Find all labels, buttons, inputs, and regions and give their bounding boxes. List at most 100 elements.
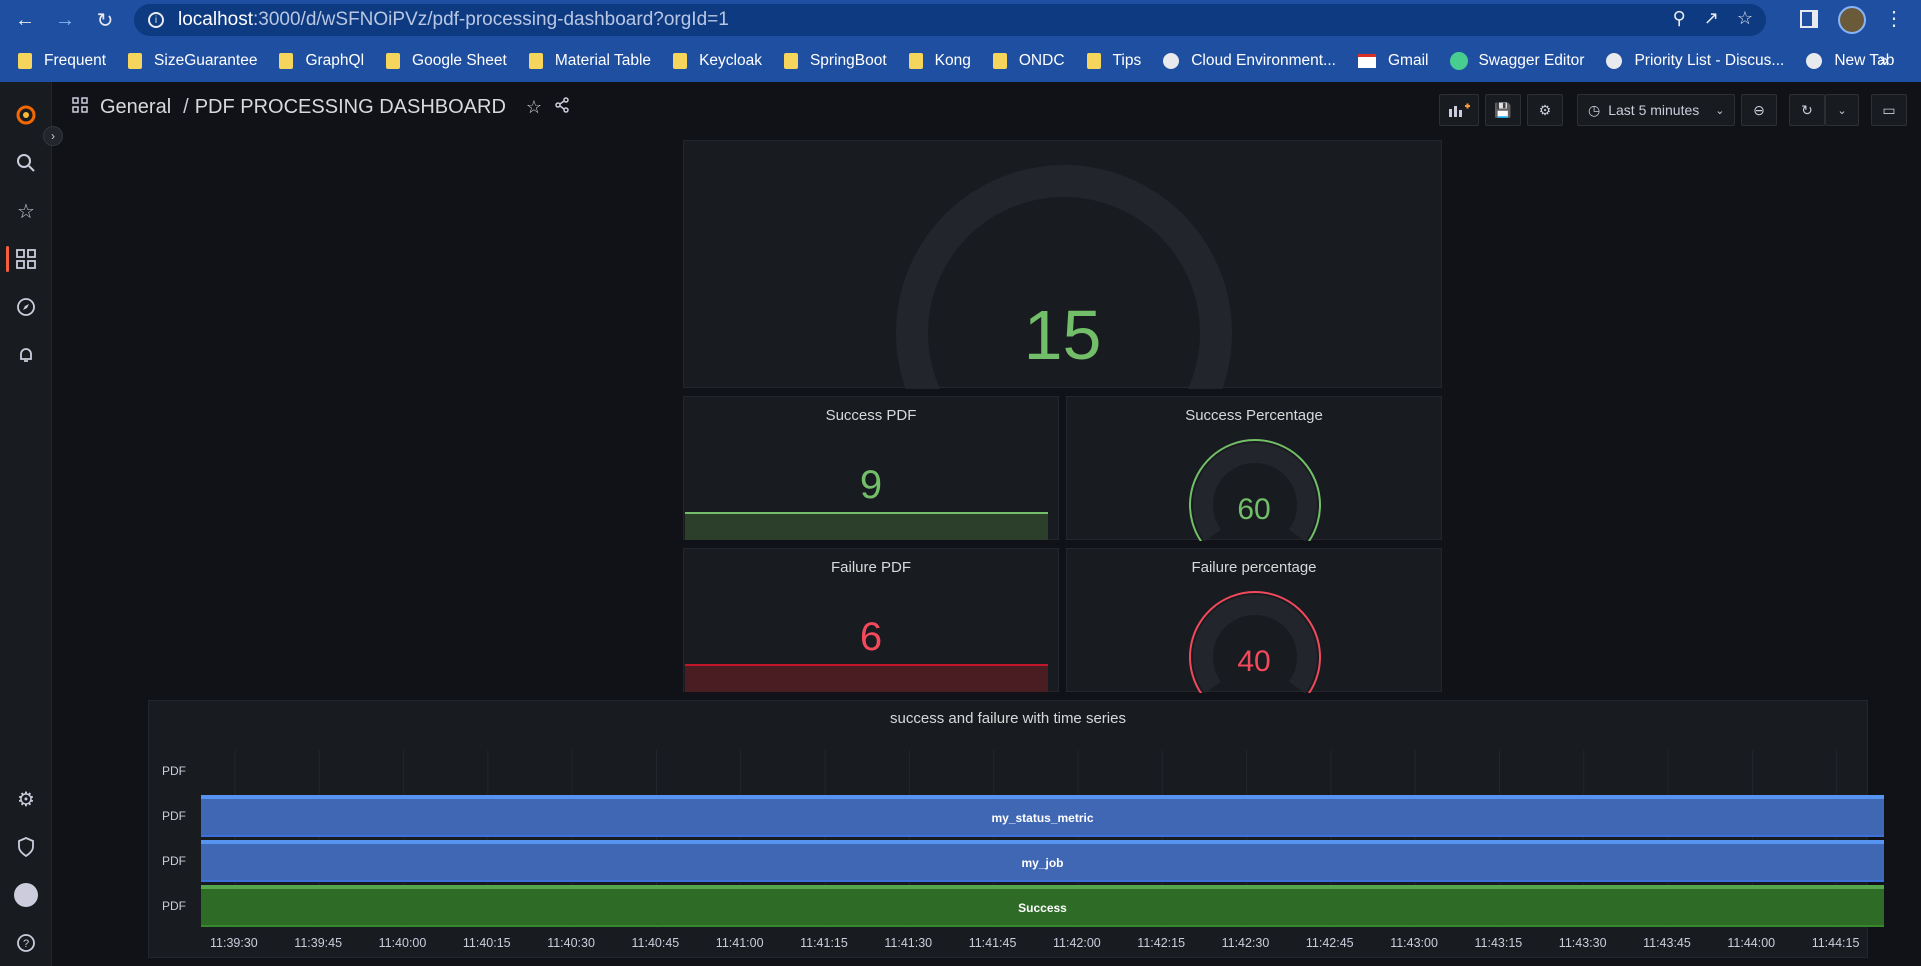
- share-dashboard-icon[interactable]: [554, 96, 570, 119]
- bookmark-item[interactable]: SizeGuarantee: [128, 52, 257, 70]
- total-pdf-gauge-panel[interactable]: 15: [683, 140, 1442, 389]
- bookmark-item[interactable]: Tips: [1086, 52, 1141, 70]
- server-admin-shield-icon[interactable]: [13, 834, 39, 860]
- failure-pdf-panel[interactable]: Failure PDF 6: [683, 548, 1059, 692]
- bookmark-label: Google Sheet: [412, 52, 507, 69]
- dashboard-settings-button[interactable]: ⚙: [1527, 94, 1563, 126]
- failure-percentage-panel[interactable]: Failure percentage 40: [1066, 548, 1442, 693]
- success-pdf-value: 9: [859, 463, 883, 507]
- bookmark-label: SizeGuarantee: [154, 52, 258, 69]
- url-path: :3000/d/wSFNOiPVz/pdf-processing-dashboa…: [253, 9, 729, 30]
- bookmark-label: Priority List - Discus...: [1634, 52, 1785, 69]
- bookmark-item[interactable]: Priority List - Discus...: [1606, 52, 1784, 70]
- alerting-bell-icon[interactable]: [13, 342, 39, 368]
- bookmark-item[interactable]: SpringBoot: [783, 52, 887, 70]
- reload-icon[interactable]: ↻: [92, 7, 118, 33]
- x-tick-label: 11:42:15: [1137, 936, 1186, 950]
- chevron-down-icon: ⌄: [1715, 104, 1725, 117]
- x-tick-label: 11:40:00: [378, 936, 427, 950]
- timeline-bar[interactable]: my_job: [201, 840, 1884, 882]
- x-tick-label: 11:43:45: [1643, 936, 1691, 950]
- bookmark-item[interactable]: Keycloak: [673, 52, 762, 70]
- time-picker-button[interactable]: ◷ Last 5 minutes ⌄: [1577, 94, 1735, 126]
- bookmark-label: ONDC: [1018, 52, 1065, 69]
- explore-icon[interactable]: [13, 294, 39, 320]
- search-icon[interactable]: [13, 150, 39, 176]
- save-dashboard-button[interactable]: 💾: [1485, 94, 1521, 126]
- bookmark-label: Material Table: [554, 52, 652, 69]
- bookmark-item[interactable]: Swagger Editor: [1450, 52, 1584, 70]
- bookmark-item[interactable]: ONDC: [992, 52, 1065, 70]
- gmail-icon: [1357, 54, 1376, 68]
- bookmark-item[interactable]: Cloud Environment...: [1163, 52, 1336, 70]
- zoom-out-button[interactable]: ⊖: [1741, 94, 1777, 126]
- configuration-gear-icon[interactable]: ⚙: [13, 786, 39, 812]
- bookmark-item[interactable]: Google Sheet: [386, 52, 507, 70]
- dashboard-title[interactable]: PDF PROCESSING DASHBOARD: [195, 96, 506, 119]
- user-avatar[interactable]: [13, 882, 39, 908]
- mark-favorite-star-icon[interactable]: ☆: [526, 97, 542, 118]
- add-panel-button[interactable]: [1439, 94, 1479, 126]
- breadcrumb: General / PDF PROCESSING DASHBOARD ☆: [72, 96, 570, 119]
- bookmark-item[interactable]: Kong: [908, 52, 971, 70]
- forward-icon[interactable]: →: [52, 7, 78, 33]
- browser-toolbar: ← → ↻ i localhost:3000/d/wSFNOiPVz/pdf-p…: [0, 0, 1921, 40]
- x-tick-label: 11:41:45: [968, 936, 1017, 950]
- info-icon[interactable]: i: [148, 12, 164, 28]
- bookmark-item[interactable]: Material Table: [528, 52, 652, 70]
- bookmark-item[interactable]: GraphQl: [279, 52, 364, 70]
- more-bookmarks-button[interactable]: »: [1880, 52, 1889, 70]
- x-tick-label: 11:41:00: [715, 936, 764, 950]
- timeseries-title: success and failure with time series: [890, 710, 1126, 727]
- refresh-interval-dropdown[interactable]: ⌄: [1825, 94, 1859, 126]
- grafana-logo-icon[interactable]: [13, 102, 39, 128]
- failure-pdf-title: Failure PDF: [830, 559, 912, 576]
- timeline-bar[interactable]: Success: [201, 885, 1884, 927]
- folder-icon: [279, 53, 294, 69]
- zoom-icon[interactable]: ⚲: [1673, 8, 1686, 29]
- bookmark-star-icon[interactable]: ☆: [1737, 8, 1753, 29]
- folder-icon: [128, 53, 143, 69]
- success-pdf-panel[interactable]: Success PDF 9: [683, 396, 1059, 540]
- x-tick-label: 11:43:30: [1558, 936, 1607, 950]
- url-host: localhost: [178, 9, 253, 30]
- cycle-view-mode-button[interactable]: ▭: [1871, 94, 1907, 126]
- folder-link[interactable]: General: [100, 96, 171, 119]
- breadcrumb-separator: /: [183, 96, 189, 118]
- folder-icon: [528, 53, 543, 69]
- globe-icon: [1163, 53, 1180, 69]
- x-tick-label: 11:40:30: [547, 936, 595, 950]
- profile-avatar[interactable]: [1838, 6, 1866, 34]
- x-tick-label: 11:40:15: [462, 936, 511, 950]
- browser-menu-icon[interactable]: ⋮: [1884, 6, 1904, 31]
- bookmarks-bar: Frequent SizeGuarantee GraphQl Google Sheet…: [0, 40, 1921, 82]
- globe-icon: [1606, 53, 1623, 69]
- bookmark-label: Frequent: [44, 52, 107, 69]
- bookmark-item[interactable]: Gmail: [1357, 52, 1428, 70]
- help-icon[interactable]: ?: [13, 930, 39, 956]
- success-percentage-panel[interactable]: Success Percentage 60: [1066, 396, 1442, 541]
- bookmark-label: GraphQl: [305, 52, 365, 69]
- row-label: PDF: [162, 764, 186, 778]
- time-range-label: Last 5 minutes: [1608, 102, 1700, 118]
- side-panel-icon[interactable]: [1800, 10, 1818, 28]
- dashboards-icon[interactable]: [13, 246, 39, 272]
- timeline-bar-label: my_job: [1021, 856, 1064, 870]
- folder-icon: [673, 53, 688, 69]
- folder-icon: [992, 53, 1007, 69]
- share-icon[interactable]: ↗: [1704, 8, 1719, 29]
- dashboards-grid-icon: [72, 96, 88, 119]
- folder-icon: [783, 53, 798, 69]
- bookmark-label: Cloud Environment...: [1191, 52, 1336, 69]
- x-tick-label: 11:40:45: [631, 936, 680, 950]
- starred-icon[interactable]: ☆: [13, 198, 39, 224]
- back-icon[interactable]: ←: [12, 7, 38, 33]
- success-percentage-value: 60: [1237, 493, 1271, 526]
- bookmark-item[interactable]: Frequent: [18, 52, 106, 70]
- refresh-dashboard-button[interactable]: ↻: [1789, 94, 1825, 126]
- address-bar[interactable]: i localhost:3000/d/wSFNOiPVz/pdf-process…: [134, 4, 1766, 36]
- folder-icon: [908, 53, 923, 69]
- swagger-icon: [1450, 52, 1469, 70]
- timeline-bar[interactable]: my_status_metric: [201, 795, 1884, 837]
- failure-pdf-sparkline: [685, 664, 1048, 692]
